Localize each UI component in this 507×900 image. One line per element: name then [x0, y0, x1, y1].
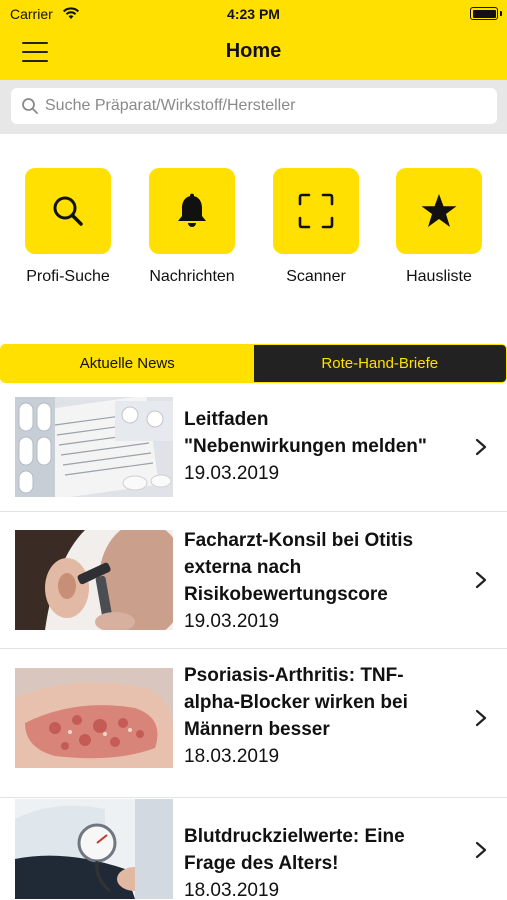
news-date: 19.03.2019 — [184, 463, 280, 484]
status-time: 4:23 PM — [227, 6, 280, 22]
news-tabs: Aktuelle News Rote-Hand-Briefe — [0, 344, 507, 383]
battery-icon — [470, 7, 498, 20]
scan-frame-icon — [298, 193, 334, 229]
quick-actions: Profi-Suche Nachrichten Scanner Hauslist… — [0, 168, 507, 298]
news-title-line: externa nach — [184, 557, 302, 578]
tab-rote-hand-briefe[interactable]: Rote-Hand-Briefe — [253, 345, 506, 382]
bell-icon — [178, 193, 206, 227]
chevron-right-icon — [475, 709, 487, 727]
search-icon — [53, 196, 83, 226]
news-item[interactable]: Blutdruckzielwerte: Eine Frage des Alter… — [0, 799, 507, 900]
news-date: 19.03.2019 — [184, 611, 280, 632]
action-tile[interactable] — [396, 168, 482, 254]
status-bar: Carrier 4:23 PM — [0, 0, 507, 28]
page-title: Home — [225, 40, 282, 62]
news-item[interactable]: Leitfaden "Nebenwirkungen melden" 19.03.… — [0, 384, 507, 512]
news-title-line: alpha-Blocker wirken bei — [184, 692, 408, 713]
news-title-line: Leitfaden — [184, 409, 269, 430]
action-label: Nachrichten — [149, 268, 235, 285]
news-date: 18.03.2019 — [184, 880, 280, 900]
action-label: Profi-Suche — [26, 268, 110, 285]
blood-pressure-thumbnail — [15, 799, 173, 899]
chevron-right-icon — [475, 841, 487, 859]
chevron-right-icon — [475, 438, 487, 456]
news-text: Blutdruckzielwerte: Eine Frage des Alter… — [184, 823, 464, 900]
news-title-line: Psoriasis-Arthritis: TNF- — [184, 665, 404, 686]
news-title-line: "Nebenwirkungen melden" — [184, 436, 427, 457]
action-profi-suche[interactable]: Profi-Suche — [8, 168, 128, 286]
search-icon — [22, 98, 38, 114]
news-text: Psoriasis-Arthritis: TNF- alpha-Blocker … — [184, 662, 464, 770]
search-input[interactable] — [45, 88, 485, 124]
action-tile[interactable] — [149, 168, 235, 254]
action-label: Hausliste — [406, 268, 472, 285]
news-title-line: Männern besser — [184, 719, 330, 740]
search-field[interactable] — [11, 88, 497, 124]
psoriasis-elbow-thumbnail — [15, 668, 173, 768]
action-tile[interactable] — [273, 168, 359, 254]
action-scanner[interactable]: Scanner — [256, 168, 376, 286]
news-title-line: Facharzt-Konsil bei Otitis — [184, 530, 414, 551]
action-label: Scanner — [286, 268, 346, 285]
pills-leaflet-thumbnail — [15, 397, 173, 497]
news-date: 18.03.2019 — [184, 746, 280, 767]
news-text: Leitfaden "Nebenwirkungen melden" 19.03.… — [184, 406, 464, 487]
news-item[interactable]: Facharzt-Konsil bei Otitis externa nach … — [0, 513, 507, 649]
chevron-right-icon — [475, 571, 487, 589]
star-icon — [421, 194, 457, 227]
news-title-line: Frage des Alters! — [184, 853, 339, 874]
tab-aktuelle-news[interactable]: Aktuelle News — [1, 345, 254, 382]
ear-exam-thumbnail — [15, 530, 173, 630]
news-title-line: Risikobewertungscore — [184, 584, 388, 605]
action-tile[interactable] — [25, 168, 111, 254]
search-bar — [0, 80, 507, 134]
news-title-line: Blutdruckzielwerte: Eine — [184, 826, 405, 847]
action-nachrichten[interactable]: Nachrichten — [132, 168, 252, 286]
news-text: Facharzt-Konsil bei Otitis externa nach … — [184, 527, 464, 635]
news-item[interactable]: Psoriasis-Arthritis: TNF- alpha-Blocker … — [0, 650, 507, 798]
app-header: Carrier 4:23 PM Home — [0, 0, 507, 80]
action-hausliste[interactable]: Hausliste — [379, 168, 499, 286]
battery-tip — [500, 11, 502, 16]
